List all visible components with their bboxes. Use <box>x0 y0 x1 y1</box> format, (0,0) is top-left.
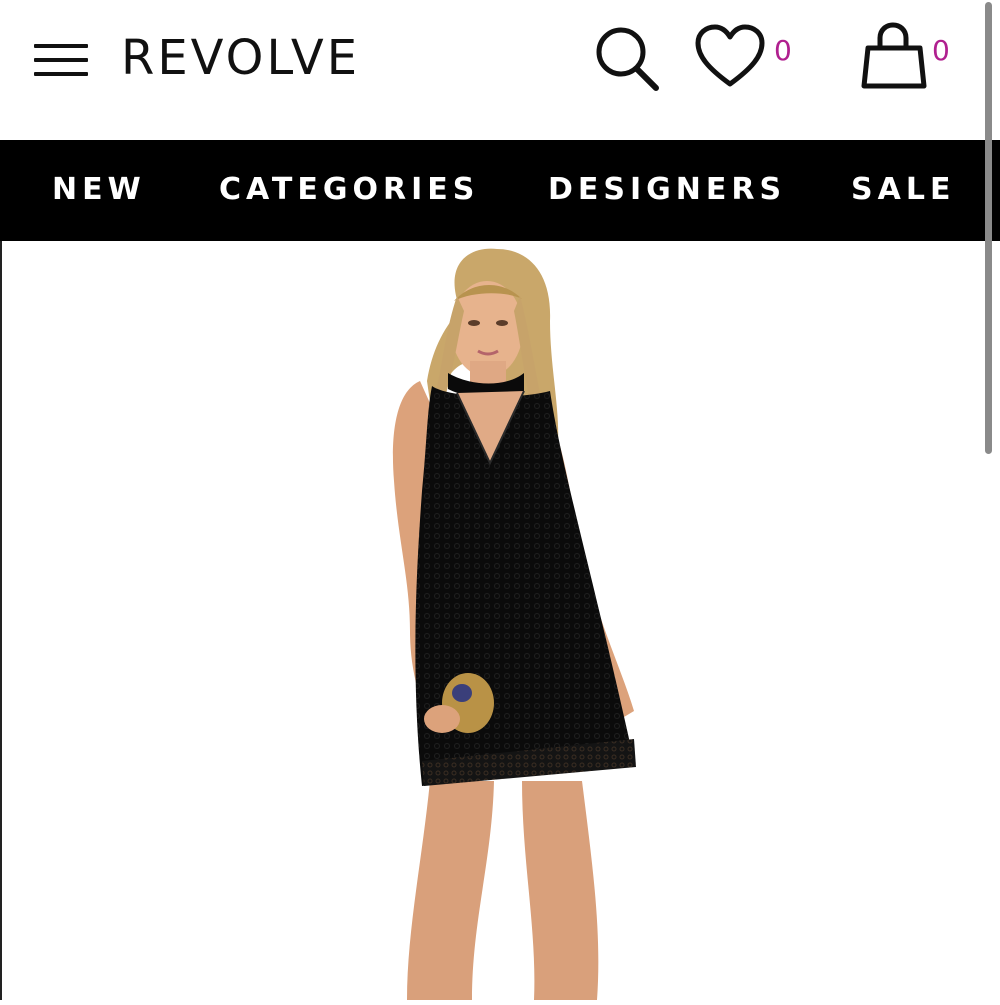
wishlist-count: 0 <box>774 34 792 67</box>
nav-item-new[interactable]: NEW <box>52 172 146 207</box>
scrollbar[interactable] <box>985 2 992 454</box>
brand-logo[interactable]: REVOLVE <box>121 30 360 86</box>
bag-count: 0 <box>932 34 950 67</box>
nav-item-sale[interactable]: SALE <box>851 172 955 207</box>
product-image[interactable] <box>2 241 1000 1000</box>
hamburger-menu-icon[interactable] <box>34 42 90 78</box>
main-navigation: NEW CATEGORIES DESIGNERS SALE <box>0 140 1000 241</box>
heart-icon[interactable] <box>694 24 766 90</box>
top-header: REVOLVE 0 0 <box>0 0 1000 140</box>
nav-item-categories[interactable]: CATEGORIES <box>219 172 479 207</box>
shopping-bag-icon[interactable] <box>858 22 930 92</box>
search-icon[interactable] <box>592 22 662 92</box>
nav-item-designers[interactable]: DESIGNERS <box>548 172 786 207</box>
